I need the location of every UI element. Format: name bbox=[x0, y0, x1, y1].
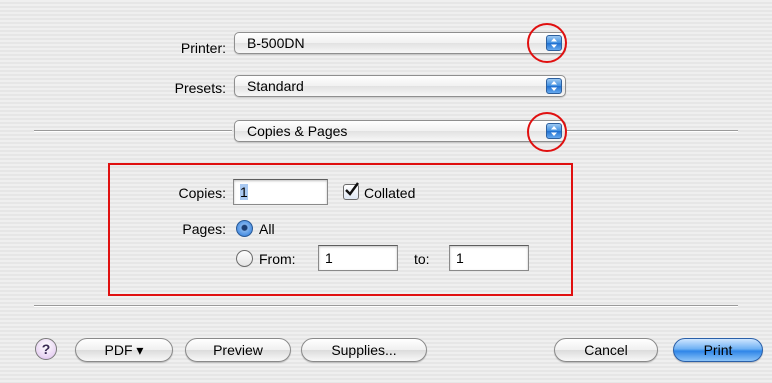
copies-field[interactable]: 1 bbox=[233, 179, 328, 205]
panel-separator-right bbox=[566, 130, 738, 132]
pages-from-field[interactable]: 1 bbox=[318, 245, 398, 271]
printer-value: B-500DN bbox=[247, 35, 305, 51]
pages-from-radio[interactable] bbox=[236, 250, 253, 267]
presets-label: Presets: bbox=[174, 80, 226, 96]
printer-label: Printer: bbox=[180, 40, 226, 56]
pages-to-field[interactable]: 1 bbox=[449, 245, 529, 271]
pages-from-value: 1 bbox=[325, 250, 333, 266]
print-button[interactable]: Print bbox=[673, 338, 763, 362]
pdf-button[interactable]: PDF ▾ bbox=[75, 338, 173, 362]
pages-from-label: From: bbox=[259, 251, 296, 267]
supplies-button[interactable]: Supplies... bbox=[301, 338, 427, 362]
help-button[interactable]: ? bbox=[35, 338, 57, 360]
panel-value: Copies & Pages bbox=[247, 123, 348, 139]
pages-to-value: 1 bbox=[456, 250, 464, 266]
presets-value: Standard bbox=[247, 78, 304, 94]
annotation-circle-printer bbox=[527, 23, 567, 63]
pages-all-label: All bbox=[259, 221, 275, 237]
pages-label: Pages: bbox=[182, 221, 226, 237]
bottom-separator bbox=[34, 305, 738, 307]
popup-arrows-icon bbox=[546, 78, 562, 94]
checkmark-icon bbox=[345, 182, 359, 196]
copies-value: 1 bbox=[240, 184, 248, 200]
pages-to-label: to: bbox=[414, 251, 430, 267]
printer-popup[interactable]: B-500DN bbox=[234, 32, 566, 54]
pages-all-radio[interactable] bbox=[236, 220, 253, 237]
annotation-circle-panel bbox=[527, 112, 567, 152]
presets-popup[interactable]: Standard bbox=[234, 75, 566, 97]
copies-label: Copies: bbox=[178, 185, 226, 201]
collated-label: Collated bbox=[364, 185, 416, 201]
panel-popup[interactable]: Copies & Pages bbox=[234, 120, 566, 142]
preview-button[interactable]: Preview bbox=[185, 338, 291, 362]
cancel-button[interactable]: Cancel bbox=[554, 338, 658, 362]
collated-checkbox[interactable] bbox=[343, 182, 359, 200]
panel-separator-left bbox=[34, 130, 232, 132]
